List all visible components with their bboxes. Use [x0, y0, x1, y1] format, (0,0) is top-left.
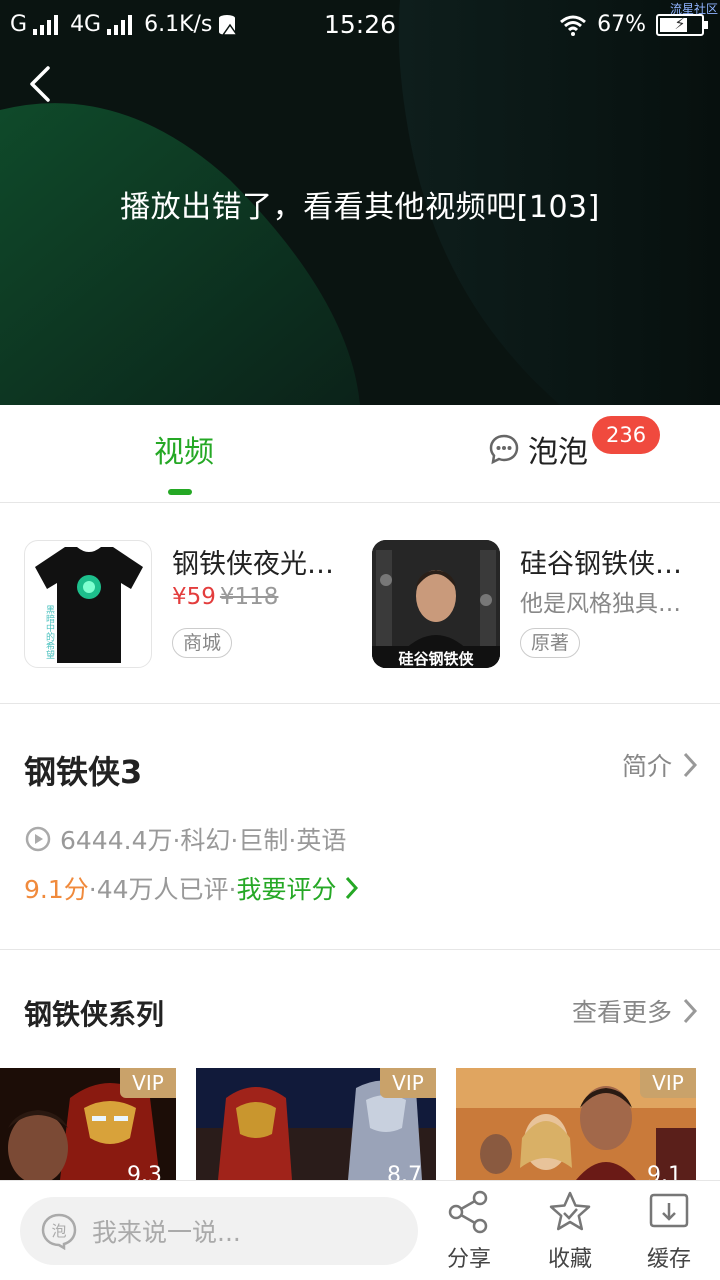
product-tag: 原著 [520, 628, 581, 658]
bubble-logo-text: 泡 [51, 1222, 66, 1240]
bubble-logo-icon: 泡 [41, 1213, 77, 1250]
playback-error-message: 播放出错了，看看其他视频吧[103] [120, 190, 600, 225]
rate-button[interactable]: 我要评分 [236, 870, 358, 906]
book-cover-title: 硅谷钢铁侠 [398, 650, 474, 668]
tab-video[interactable]: 视频 [120, 427, 248, 471]
chevron-right-icon [683, 752, 698, 778]
status-bar: G 4G 6.1K/s 15:26 67% ⚡ 流星社区 [0, 0, 720, 52]
intro-link[interactable]: 简介 [622, 747, 698, 783]
product-title: 硅谷钢铁侠… [520, 549, 682, 580]
product-thumbnail: 硅谷钢铁侠 [372, 540, 500, 668]
movie-meta: 6444.4万·科幻·巨制·英语 [24, 821, 346, 857]
product-tag: 商城 [172, 628, 233, 658]
product-old-price: ¥118 [219, 584, 279, 610]
see-more-link[interactable]: 查看更多 [572, 993, 698, 1029]
tab-bubble-label: 泡泡 [528, 435, 588, 470]
comment-placeholder: 我来说一说... [92, 1218, 241, 1247]
product-card-tshirt[interactable]: 黑暗中的希望 钢铁侠夜光… ¥59 ¥118 商城 [24, 540, 364, 670]
movie-rating-row: 9.1分 ·44万人已评· 我要评分 [24, 870, 359, 906]
wifi-icon [560, 15, 587, 36]
watermark: 流星社区 [669, 2, 718, 16]
play-count-icon [25, 826, 51, 852]
series-section: 钢铁侠系列 查看更多 VIP 9.3 VIP 8.7 VIP 9.1 [0, 951, 720, 1181]
rating-count: ·44万人已评· [88, 875, 237, 904]
product-title: 钢铁侠夜光… [172, 549, 334, 580]
series-poster[interactable]: VIP 8.7 [196, 1068, 436, 1180]
back-icon[interactable] [22, 62, 62, 106]
series-poster[interactable]: VIP 9.1 [456, 1068, 696, 1180]
tshirt-image: 黑暗中的希望 [35, 547, 143, 663]
tab-bubble[interactable]: 泡泡 [488, 427, 588, 471]
bubble-count-badge: 236 [592, 416, 661, 454]
book-cover-image: 硅谷钢铁侠 [372, 540, 500, 668]
product-card-book[interactable]: 硅谷钢铁侠 硅谷钢铁侠… 他是风格独具… 原著 [372, 540, 712, 670]
vip-badge: VIP [120, 1068, 176, 1098]
intro-label: 简介 [621, 752, 672, 781]
movie-title: 钢铁侠3 [24, 753, 143, 791]
series-poster[interactable]: VIP 9.3 [0, 1068, 176, 1180]
vip-badge: VIP [380, 1068, 436, 1098]
rate-label: 我要评分 [236, 875, 337, 904]
poster-score: 8.7 [387, 1163, 422, 1180]
product-price-row: ¥59 ¥118 [172, 584, 278, 610]
favorite-button[interactable]: 收藏 [525, 1189, 615, 1273]
share-icon [448, 1190, 488, 1234]
download-icon [649, 1193, 689, 1228]
product-price: ¥59 [172, 584, 216, 610]
series-title: 钢铁侠系列 [24, 998, 165, 1031]
share-button[interactable]: 分享 [424, 1189, 514, 1273]
battery-percent: 67% [597, 12, 646, 37]
chat-bubble-icon [489, 434, 519, 465]
vip-badge: VIP [640, 1068, 696, 1098]
movie-info: 钢铁侠3 简介 6444.4万·科幻·巨制·英语 9.1分 ·44万人已评· 我… [0, 705, 720, 950]
movie-meta-text: 6444.4万·科幻·巨制·英语 [60, 826, 347, 855]
comment-input[interactable]: 泡 我来说一说... [20, 1197, 418, 1265]
poster-score: 9.3 [127, 1163, 162, 1180]
tab-active-indicator [168, 489, 192, 495]
movie-score: 9.1分 [24, 875, 89, 904]
bottom-action-bar: 泡 我来说一说... 分享 收藏 缓存 [0, 1180, 720, 1280]
video-player[interactable]: G 4G 6.1K/s 15:26 67% ⚡ 流星社区 播放出错了，看看其他视… [0, 0, 720, 405]
favorite-label: 收藏 [547, 1247, 592, 1272]
chevron-right-icon [345, 876, 358, 900]
chevron-right-icon [683, 998, 698, 1024]
product-thumbnail: 黑暗中的希望 [24, 540, 152, 668]
cache-button[interactable]: 缓存 [624, 1189, 714, 1273]
star-icon [549, 1191, 591, 1231]
tshirt-print-text: 黑暗中的希望 [44, 605, 55, 659]
cache-label: 缓存 [646, 1247, 691, 1272]
related-products: 黑暗中的希望 钢铁侠夜光… ¥59 ¥118 商城 硅谷钢铁侠 硅谷钢铁侠… 他… [0, 504, 720, 704]
product-subtitle: 他是风格独具… [520, 591, 681, 617]
share-label: 分享 [446, 1247, 491, 1272]
poster-score: 9.1 [647, 1163, 682, 1180]
see-more-label: 查看更多 [571, 998, 672, 1027]
